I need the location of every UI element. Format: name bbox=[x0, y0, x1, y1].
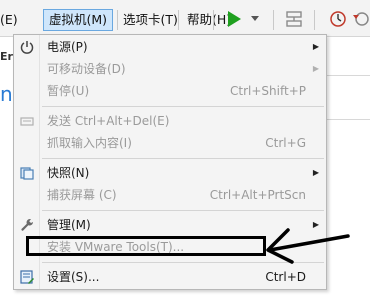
annotation-arrow-icon bbox=[266, 228, 350, 264]
